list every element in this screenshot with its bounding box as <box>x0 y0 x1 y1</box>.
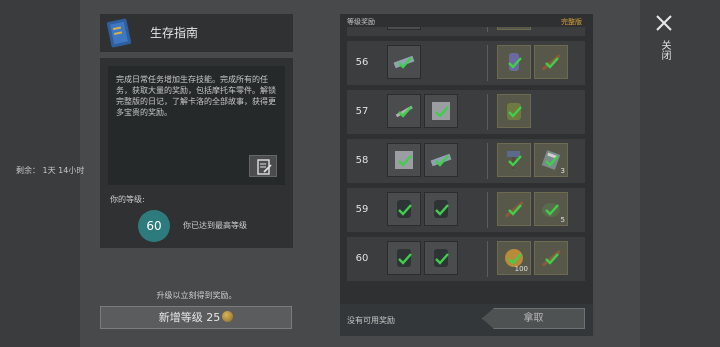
remaining-time: 剩余： 1天 14小时 <box>16 166 85 175</box>
reward-level-number: 60 <box>355 253 369 264</box>
free-reward-slot[interactable] <box>387 143 421 177</box>
checkmark-icon <box>435 253 449 265</box>
checkmark-icon <box>545 253 559 265</box>
coin-icon <box>222 311 234 322</box>
max-level-text: 你已达到最高等级 <box>183 221 247 230</box>
row-divider <box>487 45 488 81</box>
row-divider <box>487 143 488 179</box>
paid-reward-slot[interactable] <box>497 143 531 177</box>
free-reward-slot[interactable] <box>387 94 421 128</box>
right-margin <box>640 0 720 347</box>
reward-quantity: 5 <box>560 216 565 224</box>
row-divider <box>487 241 488 277</box>
row-divider <box>487 27 488 32</box>
checkmark-icon <box>398 155 412 167</box>
close-icon[interactable] <box>655 14 673 32</box>
reward-row: 59 5 <box>347 188 585 232</box>
checkmark-icon <box>398 106 412 118</box>
close-label[interactable]: 关闭 <box>658 40 670 60</box>
checkmark-icon <box>398 204 412 216</box>
checkmark-icon <box>435 204 449 216</box>
checkmark-icon <box>545 155 559 167</box>
checkmark-icon <box>508 57 522 69</box>
paid-reward-slot[interactable]: 5 <box>534 192 568 226</box>
reward-row: 58 3 <box>347 139 585 183</box>
paid-reward-slot[interactable]: 3 <box>534 143 568 177</box>
row-divider <box>487 192 488 228</box>
checkmark-icon <box>435 106 449 118</box>
notebook-pencil-icon <box>257 159 272 175</box>
free-reward-slot[interactable] <box>387 241 421 275</box>
checkmark-icon <box>508 204 522 216</box>
reward-level-number: 57 <box>355 106 369 117</box>
reward-row: 57 <box>347 90 585 134</box>
reward-row: 555 <box>347 27 585 36</box>
paid-reward-slot[interactable] <box>497 45 531 79</box>
checkmark-icon <box>398 57 412 69</box>
your-level-label: 你的等级: <box>110 195 145 204</box>
paid-reward-slot[interactable] <box>534 241 568 275</box>
free-reward-slot[interactable] <box>387 192 421 226</box>
paid-reward-slot[interactable]: 100 <box>497 241 531 275</box>
free-reward-slot[interactable] <box>424 241 458 275</box>
checkmark-icon <box>545 204 559 216</box>
paid-reward-slot[interactable] <box>497 192 531 226</box>
row-divider <box>487 94 488 130</box>
checkmark-icon <box>398 253 412 265</box>
reward-level-number: 56 <box>355 57 369 68</box>
paid-reward-slot[interactable] <box>497 94 531 128</box>
checkmark-icon <box>508 155 522 167</box>
reward-row: 56 <box>347 41 585 85</box>
reward-quantity: 3 <box>560 167 565 175</box>
guide-title-card: 生存指南 <box>100 14 293 52</box>
reward-rows-scroll[interactable]: 555565758359560100 <box>347 27 585 298</box>
free-reward-slot[interactable] <box>424 192 458 226</box>
reward-level-number: 59 <box>355 204 369 215</box>
free-reward-slot[interactable] <box>424 94 458 128</box>
free-reward-slot[interactable] <box>387 45 421 79</box>
free-reward-slot[interactable] <box>387 27 421 30</box>
guide-title: 生存指南 <box>150 26 199 40</box>
claim-button[interactable]: 拿取 <box>482 308 585 329</box>
checkmark-icon <box>435 155 449 167</box>
book-icon <box>106 18 132 48</box>
add-level-button[interactable]: 新增等级 25 <box>100 306 292 329</box>
free-reward-slot[interactable] <box>424 143 458 177</box>
full-version-label: 完整版 <box>561 18 582 26</box>
checkmark-icon <box>508 106 522 118</box>
reward-level-number: 55 <box>351 27 373 36</box>
reward-quantity: 100 <box>514 265 528 273</box>
add-level-label: 新增等级 25 <box>158 311 221 324</box>
paid-reward-slot[interactable]: 5 <box>497 27 531 30</box>
checkmark-icon <box>545 57 559 69</box>
level-badge: 60 <box>138 210 170 242</box>
upgrade-hint: 升级以立刻得到奖励。 <box>156 291 237 300</box>
reward-quantity: 5 <box>524 27 528 28</box>
rewards-header: 等级奖励 <box>347 18 375 26</box>
no-reward-text: 没有可用奖励 <box>347 316 395 325</box>
reward-level-number: 58 <box>355 155 369 166</box>
paid-reward-slot[interactable] <box>534 45 568 79</box>
diary-button[interactable] <box>249 155 277 177</box>
reward-row: 60 100 <box>347 237 585 281</box>
